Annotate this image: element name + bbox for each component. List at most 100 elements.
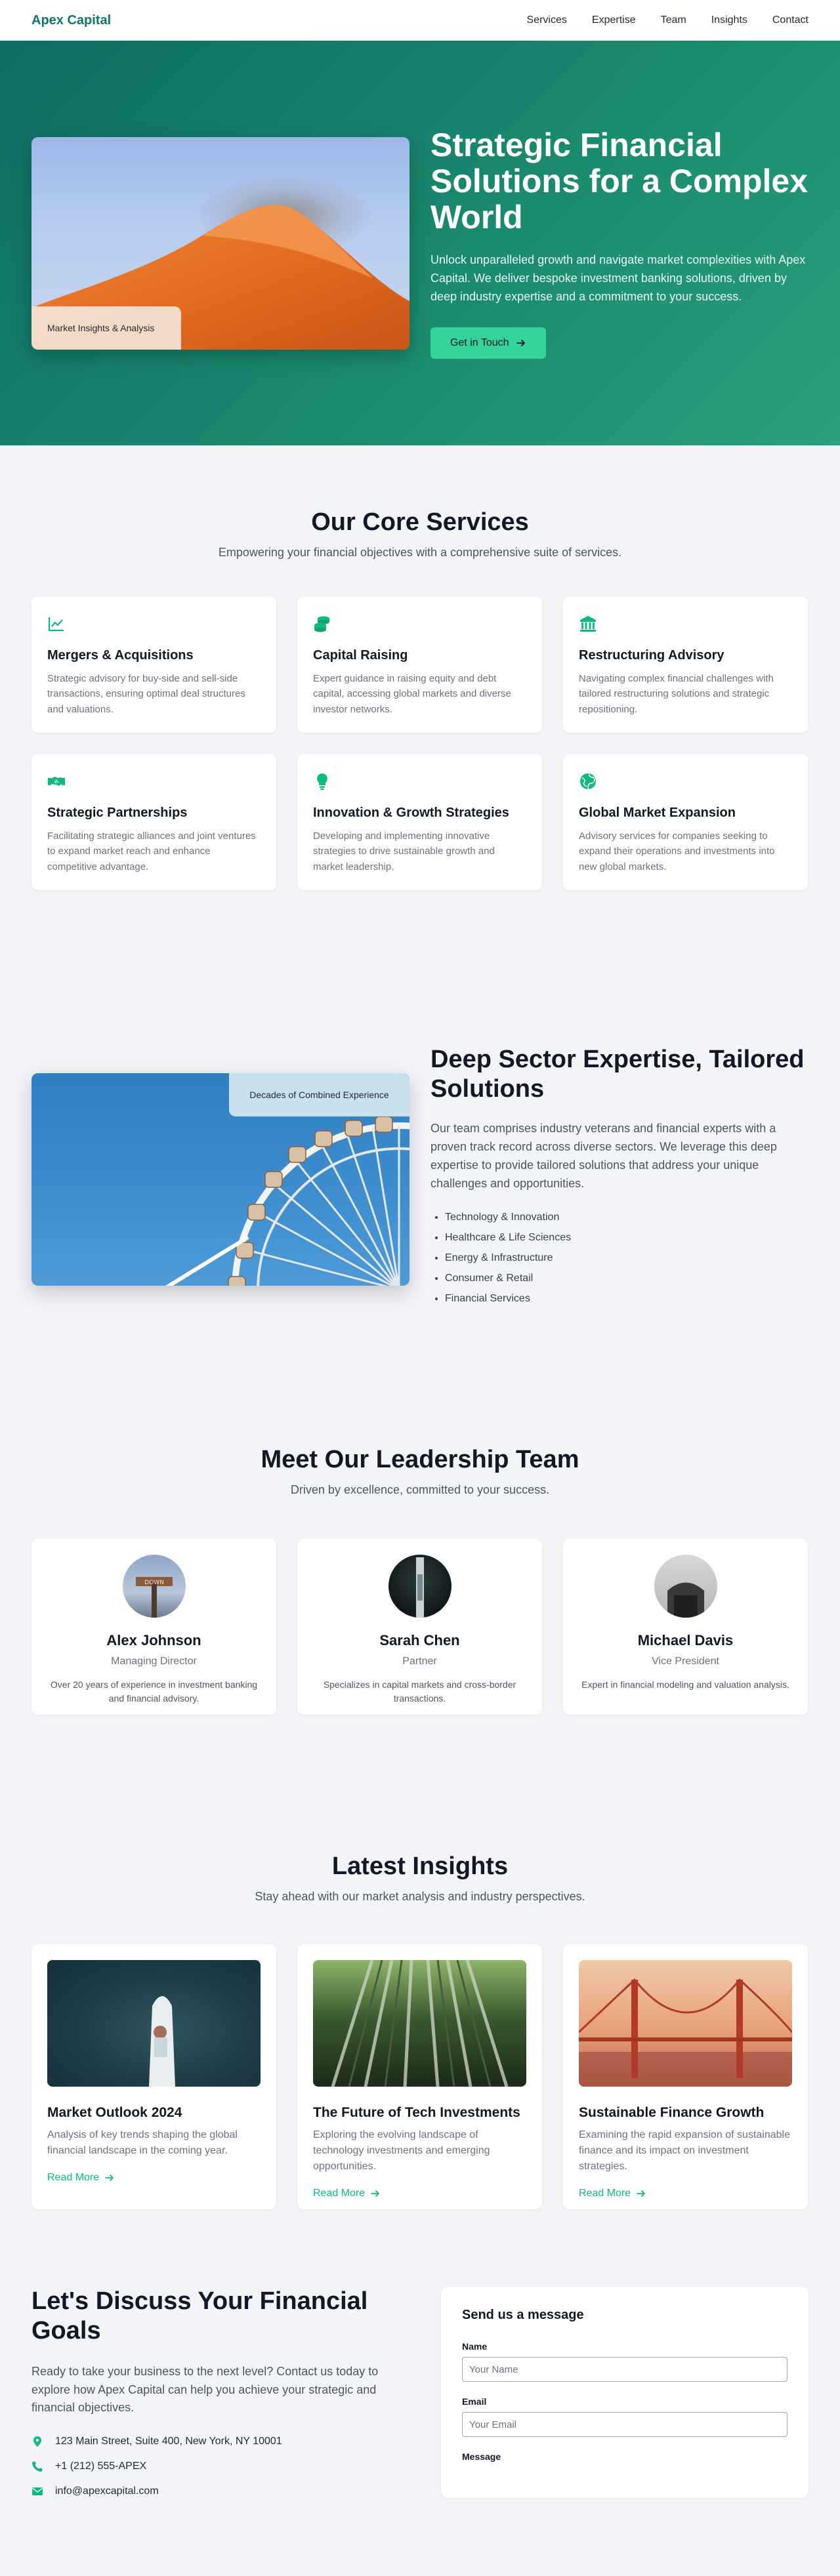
coins-icon: [314, 616, 329, 632]
phone-text[interactable]: +1 (212) 555-APEX: [55, 2461, 146, 2472]
insight-image: [47, 1960, 261, 2087]
member-bio: Specializes in capital markets and cross…: [323, 1679, 516, 1704]
team-card-michael: Michael Davis Vice President Expert in f…: [563, 1539, 808, 1715]
read-more-label: Read More: [579, 2188, 631, 2199]
expertise-description: Our team comprises industry veterans and…: [430, 1122, 777, 1190]
sector-item: Consumer & Retail: [445, 1273, 808, 1284]
top-nav: Apex Capital Services Expertise Team Ins…: [0, 0, 840, 41]
email-text[interactable]: info@apexcapital.com: [55, 2485, 159, 2497]
service-text: Expert guidance in raising equity and de…: [313, 673, 511, 715]
phone-icon: [32, 2461, 43, 2472]
insight-card-tech-investments: The Future of Tech Investments Exploring…: [297, 1944, 542, 2209]
map-pin-icon: [33, 2436, 41, 2447]
read-more-link[interactable]: Read More: [47, 2172, 115, 2184]
expertise-title: Deep Sector Expertise, Tailored Solution…: [430, 1046, 805, 1103]
member-bio: Expert in financial modeling and valuati…: [581, 1679, 789, 1690]
service-title: Global Market Expansion: [579, 806, 736, 820]
expertise-image: Decades of Combined Experience: [32, 1073, 410, 1286]
name-field[interactable]: [462, 2357, 788, 2382]
service-card-global: Global Market Expansion Advisory service…: [563, 754, 808, 890]
insight-title: Sustainable Finance Growth: [579, 2105, 765, 2120]
service-card-mergers: Mergers & Acquisitions Strategic advisor…: [32, 596, 276, 733]
contact-address: 123 Main Street, Suite 400, New York, NY…: [32, 2436, 399, 2447]
email-field[interactable]: [462, 2412, 788, 2437]
services-subtitle: Empowering your financial objectives wit…: [218, 546, 622, 559]
service-text: Navigating complex financial challenges …: [579, 673, 774, 715]
service-text: Facilitating strategic alliances and joi…: [47, 830, 256, 872]
team-card-alex: DOWN Alex Johnson Managing Director Over…: [32, 1539, 276, 1715]
read-more-link[interactable]: Read More: [313, 2188, 381, 2199]
services-grid: Mergers & Acquisitions Strategic advisor…: [32, 596, 808, 890]
arrow-right-icon: [105, 2175, 114, 2181]
member-role: Vice President: [652, 1656, 719, 1667]
service-title: Restructuring Advisory: [579, 648, 724, 663]
sector-item: Financial Services: [445, 1293, 808, 1305]
address-text: 123 Main Street, Suite 400, New York, NY…: [55, 2436, 282, 2447]
read-more-label: Read More: [47, 2172, 100, 2183]
globe-icon: [580, 773, 596, 790]
insight-image: [579, 1960, 792, 2087]
service-card-restructuring: Restructuring Advisory Navigating comple…: [563, 596, 808, 733]
svg-text:DOWN: DOWN: [144, 1580, 164, 1586]
insight-title: Market Outlook 2024: [47, 2105, 182, 2120]
team-section: Meet Our Leadership Team Driven by excel…: [0, 1408, 840, 1814]
service-title: Capital Raising: [313, 648, 408, 663]
arrow-right-icon: [516, 339, 525, 346]
contact-title: Let's Discuss Your Financial Goals: [32, 2287, 368, 2344]
nav-link-insights[interactable]: Insights: [711, 14, 747, 26]
team-grid: DOWN Alex Johnson Managing Director Over…: [32, 1539, 808, 1715]
service-text: Strategic advisory for buy-side and sell…: [47, 673, 245, 715]
arrow-right-icon: [371, 2190, 380, 2197]
nav-link-contact[interactable]: Contact: [772, 14, 808, 26]
service-text: Advisory services for companies seeking …: [579, 830, 775, 872]
get-in-touch-button[interactable]: Get in Touch: [430, 327, 546, 359]
name-label: Name: [462, 2341, 488, 2352]
insight-card-market-outlook: Market Outlook 2024 Analysis of key tren…: [32, 1944, 276, 2209]
sector-item: Energy & Infrastructure: [445, 1252, 808, 1264]
member-name: Sarah Chen: [379, 1632, 460, 1648]
email-label: Email: [462, 2396, 487, 2407]
nav-link-services[interactable]: Services: [527, 14, 567, 26]
member-role: Managing Director: [111, 1656, 197, 1667]
service-text: Developing and implementing innovative s…: [313, 830, 495, 872]
lightbulb-icon: [317, 773, 327, 790]
nav-links: Services Expertise Team Insights Contact: [527, 14, 808, 26]
member-bio: Over 20 years of experience in investmen…: [50, 1679, 258, 1704]
insight-text: Analysis of key trends shaping the globa…: [47, 2129, 238, 2156]
team-card-sarah: Sarah Chen Partner Specializes in capita…: [297, 1539, 542, 1715]
message-label: Message: [462, 2451, 501, 2462]
insights-title: Latest Insights: [331, 1852, 509, 1880]
insight-image: [313, 1960, 526, 2087]
hero-image-caption: Market Insights & Analysis: [32, 306, 181, 350]
chart-line-icon: [48, 617, 64, 632]
read-more-label: Read More: [313, 2188, 366, 2199]
insights-grid: Market Outlook 2024 Analysis of key tren…: [32, 1944, 808, 2209]
contact-phone: +1 (212) 555-APEX: [32, 2461, 399, 2472]
avatar: [388, 1555, 452, 1618]
get-in-touch-label: Get in Touch: [450, 337, 509, 348]
team-subtitle: Driven by excellence, committed to your …: [290, 1483, 550, 1496]
hero-section: Market Insights & Analysis Strategic Fin…: [0, 41, 840, 445]
hero-image: Market Insights & Analysis: [32, 136, 410, 350]
nav-link-expertise[interactable]: Expertise: [592, 14, 636, 26]
arrow-right-icon: [637, 2190, 646, 2197]
services-section: Our Core Services Empowering your financ…: [0, 445, 840, 951]
read-more-link[interactable]: Read More: [579, 2188, 646, 2199]
handshake-icon: [48, 777, 65, 786]
contact-form: Send us a message Name Email Message: [441, 2287, 808, 2498]
member-name: Alex Johnson: [106, 1632, 201, 1648]
expertise-section: Decades of Combined Experience Deep Sect…: [0, 951, 840, 1408]
expertise-text: Deep Sector Expertise, Tailored Solution…: [430, 1045, 808, 1313]
team-title: Meet Our Leadership Team: [261, 1446, 579, 1473]
form-title: Send us a message: [462, 2308, 584, 2322]
brand-logo[interactable]: Apex Capital: [32, 13, 111, 28]
insight-title: The Future of Tech Investments: [313, 2105, 520, 2120]
services-title: Our Core Services: [311, 508, 529, 536]
nav-link-team[interactable]: Team: [661, 14, 686, 26]
avatar: [654, 1555, 717, 1618]
envelope-icon: [32, 2487, 43, 2496]
member-name: Michael Davis: [637, 1632, 734, 1648]
insights-subtitle: Stay ahead with our market analysis and …: [255, 1890, 585, 1903]
contact-section: Let's Discuss Your Financial Goals Ready…: [0, 2287, 840, 2546]
hero-title: Strategic Financial Solutions for a Comp…: [430, 127, 808, 236]
